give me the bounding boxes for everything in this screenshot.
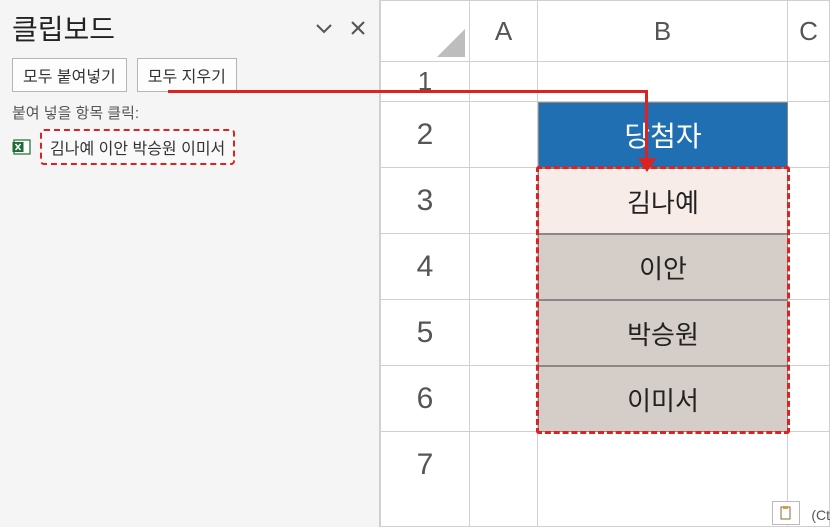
row-header-7[interactable]: 7 xyxy=(380,432,470,527)
paste-options-hint: (Ct xyxy=(811,507,830,523)
cell-c1[interactable] xyxy=(788,62,830,102)
clipboard-item-row: 김나예 이안 박승원 이미서 xyxy=(12,129,367,165)
clear-all-button[interactable]: 모두 지우기 xyxy=(137,58,237,92)
paste-hint: 붙여 넣을 항목 클릭: xyxy=(12,102,367,123)
cell-a5[interactable] xyxy=(470,300,538,366)
row-header-4[interactable]: 4 xyxy=(380,234,470,300)
cell-c5[interactable] xyxy=(788,300,830,366)
cell-a2[interactable] xyxy=(470,102,538,168)
cell-a3[interactable] xyxy=(470,168,538,234)
row-header-6[interactable]: 6 xyxy=(380,366,470,432)
cell-b5[interactable]: 박승원 xyxy=(538,300,788,366)
pane-buttons: 모두 붙여넣기 모두 지우기 xyxy=(12,58,367,92)
clipboard-pane: 클립보드 모두 붙여넣기 모두 지우기 붙여 넣을 항목 클릭: 김나예 이안 … xyxy=(0,0,380,527)
cell-b7[interactable] xyxy=(538,432,788,527)
row-header-5[interactable]: 5 xyxy=(380,300,470,366)
cell-b1[interactable] xyxy=(538,62,788,102)
paste-options-button[interactable] xyxy=(772,501,800,525)
clipboard-item[interactable]: 김나예 이안 박승원 이미서 xyxy=(40,129,235,165)
cell-a1[interactable] xyxy=(470,62,538,102)
col-header-b[interactable]: B xyxy=(538,0,788,62)
col-header-a[interactable]: A xyxy=(470,0,538,62)
cell-b3[interactable]: 김나예 xyxy=(538,168,788,234)
select-all-corner[interactable] xyxy=(380,0,470,62)
chevron-down-icon[interactable] xyxy=(313,17,335,39)
cell-b4[interactable]: 이안 xyxy=(538,234,788,300)
spreadsheet: A B C 1 2 3 4 5 6 7 당첨자 김나예 이안 박승원 이미서 (… xyxy=(380,0,830,527)
pane-title: 클립보드 xyxy=(12,8,115,48)
annotation-arrow-head xyxy=(638,158,656,172)
cell-a6[interactable] xyxy=(470,366,538,432)
cell-a7[interactable] xyxy=(470,432,538,527)
close-icon[interactable] xyxy=(349,19,367,37)
cell-b6[interactable]: 이미서 xyxy=(538,366,788,432)
row-header-3[interactable]: 3 xyxy=(380,168,470,234)
cell-c6[interactable] xyxy=(788,366,830,432)
cell-c2[interactable] xyxy=(788,102,830,168)
cell-b2[interactable]: 당첨자 xyxy=(538,102,788,168)
paste-all-button[interactable]: 모두 붙여넣기 xyxy=(12,58,127,92)
annotation-arrow xyxy=(645,90,648,162)
cell-c3[interactable] xyxy=(788,168,830,234)
annotation-arrow xyxy=(168,90,648,93)
pane-header: 클립보드 xyxy=(12,8,367,48)
col-header-c[interactable]: C xyxy=(788,0,830,62)
row-header-2[interactable]: 2 xyxy=(380,102,470,168)
row-header-1[interactable]: 1 xyxy=(380,62,470,102)
cell-a4[interactable] xyxy=(470,234,538,300)
pane-controls xyxy=(313,17,367,39)
cell-c4[interactable] xyxy=(788,234,830,300)
excel-icon xyxy=(12,137,32,157)
